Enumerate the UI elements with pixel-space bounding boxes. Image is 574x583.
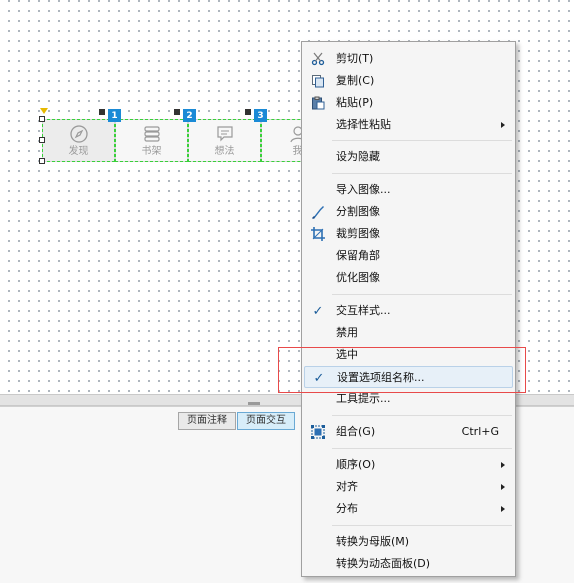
menu-item-crop-image[interactable]: 裁剪图像 — [304, 223, 513, 245]
resize-corner-icon[interactable] — [244, 108, 252, 116]
tab-page-notes[interactable]: 页面注释 — [178, 412, 236, 430]
menu-separator — [332, 415, 512, 416]
book-icon — [143, 125, 160, 142]
menu-item-import-image[interactable]: 导入图像... — [304, 179, 513, 201]
tab-item-ideas[interactable]: 想法 — [188, 119, 261, 162]
resize-handle[interactable] — [39, 137, 45, 143]
menu-item-paste-special[interactable]: 选择性粘贴 — [304, 114, 513, 136]
menu-separator — [332, 448, 512, 449]
context-menu: 剪切(T) 复制(C) 粘贴(P) 选择性粘贴 设为隐藏 导入图像... 分割图… — [301, 41, 516, 577]
copy-icon — [310, 73, 326, 89]
widget-number-badge: 2 — [183, 109, 196, 122]
menu-separator — [332, 140, 512, 141]
highlight-annotation-box — [278, 347, 526, 393]
tab-item-label: 想法 — [214, 145, 235, 157]
tab-item-label: 发现 — [68, 145, 89, 157]
bottom-panel-tabs: 页面注释 页面交互 — [178, 412, 296, 430]
menu-separator — [332, 525, 512, 526]
tab-bar-widget-group[interactable]: 发现 书架 想法 我 1 2 3 — [39, 108, 334, 164]
resize-corner-icon[interactable] — [98, 108, 106, 116]
menu-item-align[interactable]: 对齐 — [304, 476, 513, 498]
menu-item-convert-to-dynamic-panel[interactable]: 转换为动态面板(D) — [304, 553, 513, 575]
resize-handle[interactable] — [39, 116, 45, 122]
compass-icon — [69, 124, 88, 143]
menu-item-convert-to-master[interactable]: 转换为母版(M) — [304, 531, 513, 553]
anchor-marker-icon — [40, 108, 48, 114]
menu-item-distribute[interactable]: 分布 — [304, 498, 513, 520]
menu-item-set-hidden[interactable]: 设为隐藏 — [304, 146, 513, 168]
paste-icon — [310, 95, 326, 111]
tab-item-bookshelf[interactable]: 书架 — [115, 119, 188, 162]
menu-item-group[interactable]: 组合(G) Ctrl+G — [304, 421, 513, 443]
menu-separator — [332, 294, 512, 295]
resize-corner-icon[interactable] — [173, 108, 181, 116]
crop-icon — [310, 226, 326, 242]
checkmark-icon: ✓ — [312, 303, 324, 319]
shortcut-label: Ctrl+G — [461, 425, 499, 438]
menu-item-disabled[interactable]: 禁用 — [304, 322, 513, 344]
menu-item-copy[interactable]: 复制(C) — [304, 70, 513, 92]
menu-item-cut[interactable]: 剪切(T) — [304, 48, 513, 70]
group-icon — [310, 424, 326, 440]
submenu-arrow-icon — [501, 462, 505, 468]
tab-item-discover[interactable]: 发现 — [42, 119, 115, 162]
menu-item-optimize-image[interactable]: 优化图像 — [304, 267, 513, 289]
chat-icon — [216, 125, 233, 141]
widget-number-badge: 3 — [254, 109, 267, 122]
tab-item-label: 书架 — [141, 145, 162, 157]
submenu-arrow-icon — [501, 506, 505, 512]
splitter-grip-icon[interactable] — [248, 402, 260, 405]
menu-item-keep-corners[interactable]: 保留角部 — [304, 245, 513, 267]
split-image-icon — [310, 204, 326, 220]
resize-handle[interactable] — [39, 158, 45, 164]
widget-number-badge: 1 — [108, 109, 121, 122]
scissors-icon — [310, 51, 326, 67]
menu-item-split-image[interactable]: 分割图像 — [304, 201, 513, 223]
menu-item-paste[interactable]: 粘贴(P) — [304, 92, 513, 114]
menu-separator — [332, 173, 512, 174]
submenu-arrow-icon — [501, 484, 505, 490]
menu-item-interaction-styles[interactable]: ✓ 交互样式... — [304, 300, 513, 322]
submenu-arrow-icon — [501, 122, 505, 128]
tab-page-interactions[interactable]: 页面交互 — [237, 412, 295, 430]
menu-item-order[interactable]: 顺序(O) — [304, 454, 513, 476]
